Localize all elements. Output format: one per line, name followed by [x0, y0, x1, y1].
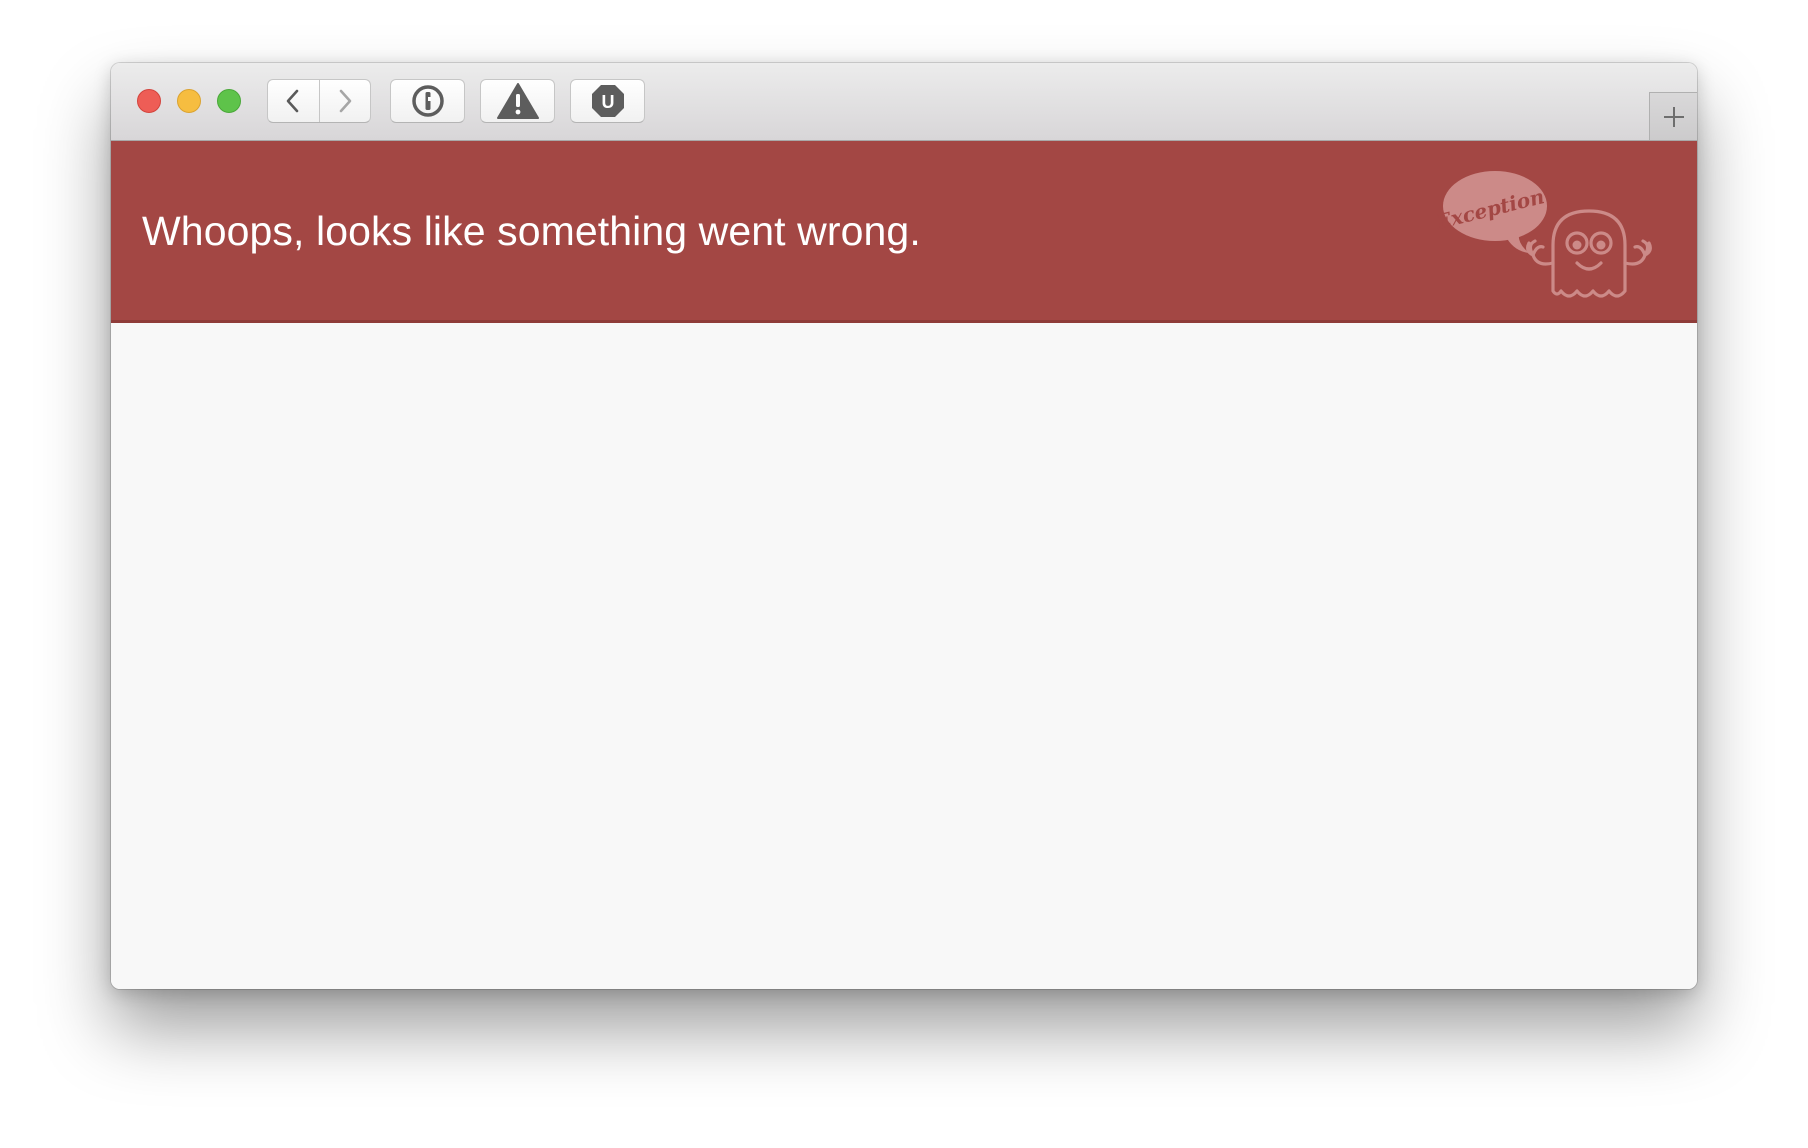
new-tab-button[interactable] — [1649, 92, 1697, 140]
browser-window: U Whoops, looks like something went wron… — [111, 63, 1697, 989]
plus-icon — [1663, 106, 1684, 127]
ghost-mascot-icon: Exception! — [1437, 171, 1652, 298]
error-title: Whoops, looks like something went wrong. — [142, 208, 921, 254]
warning-icon — [496, 83, 539, 119]
ghost-body — [1526, 209, 1652, 298]
ublock-icon: U — [591, 85, 624, 117]
forward-button[interactable] — [318, 80, 371, 122]
password-manager-button[interactable] — [390, 79, 465, 123]
title-bar: U — [111, 63, 1697, 141]
page-content: Whoops, looks like something went wrong.… — [111, 141, 1697, 989]
error-header: Whoops, looks like something went wrong.… — [111, 141, 1697, 323]
chevron-right-icon — [339, 89, 352, 113]
ghost-pupils — [1572, 240, 1606, 250]
close-window-button[interactable] — [137, 89, 161, 113]
back-button[interactable] — [268, 80, 319, 122]
minimize-window-button[interactable] — [177, 89, 201, 113]
navigation-buttons — [267, 79, 371, 123]
1password-icon — [411, 85, 444, 117]
ublock-extension-button[interactable]: U — [570, 79, 645, 123]
exception-speech-bubble: Exception! — [1437, 171, 1555, 253]
maximize-window-button[interactable] — [217, 89, 241, 113]
ublock-glyph: U — [601, 92, 614, 112]
warning-extension-button[interactable] — [480, 79, 555, 123]
chevron-left-icon — [286, 89, 299, 113]
